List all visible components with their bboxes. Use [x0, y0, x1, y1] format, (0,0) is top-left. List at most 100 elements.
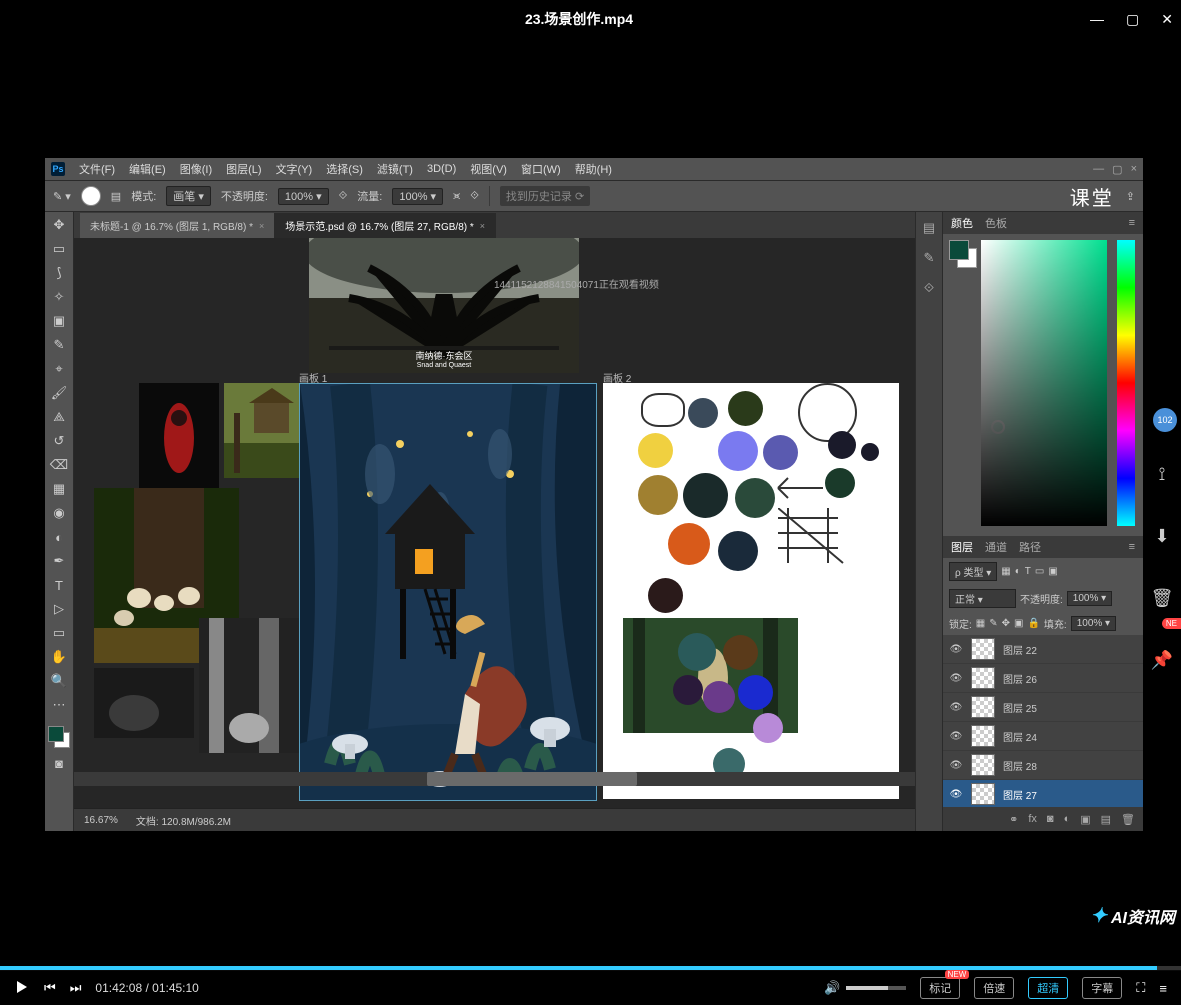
tab-swatches[interactable]: 色板	[985, 215, 1007, 231]
panel-menu-icon[interactable]: ≡	[1129, 217, 1135, 229]
volume-slider[interactable]	[846, 986, 906, 990]
lock-artboard-icon[interactable]: ▣	[1014, 618, 1023, 629]
edit-toolbar-icon[interactable]: ⋯	[49, 696, 69, 714]
history-panel-icon[interactable]: ▤	[923, 220, 935, 236]
close-icon[interactable]: ×	[480, 221, 485, 231]
menu-type[interactable]: 文字(Y)	[276, 161, 313, 177]
previous-button[interactable]: ⏮	[44, 980, 56, 996]
path-tool-icon[interactable]: ▷	[49, 600, 69, 618]
progress-bar[interactable]	[0, 966, 1181, 970]
layer-row[interactable]: 👁图层 25	[943, 693, 1143, 722]
stamp-tool-icon[interactable]: ⟁	[49, 408, 69, 426]
fill-value[interactable]: 100% ▾	[1071, 616, 1116, 631]
heal-tool-icon[interactable]: ⌖	[49, 360, 69, 378]
group-icon[interactable]: ▣	[1080, 813, 1090, 826]
visibility-icon[interactable]: 👁	[949, 644, 963, 655]
menu-select[interactable]: 选择(S)	[326, 161, 363, 177]
tab-color[interactable]: 颜色	[951, 215, 973, 231]
dodge-tool-icon[interactable]: ◐	[49, 528, 69, 546]
tab-paths[interactable]: 路径	[1019, 539, 1041, 555]
tab-channels[interactable]: 通道	[985, 539, 1007, 555]
canvas[interactable]: 1441152128841504071正在观看视频 南	[74, 238, 915, 808]
foreground-background-colors[interactable]	[48, 726, 70, 748]
share-icon[interactable]: ⟟	[1146, 458, 1178, 490]
layer-row[interactable]: 👁图层 28	[943, 751, 1143, 780]
filter-pixel-icon[interactable]: ▦	[1001, 566, 1010, 577]
visibility-icon[interactable]: 👁	[949, 702, 963, 713]
speed-button[interactable]: 倍速	[974, 977, 1014, 999]
wand-tool-icon[interactable]: ✧	[49, 288, 69, 306]
brush-tool-icon[interactable]: ✎ ▾	[53, 190, 71, 203]
eraser-tool-icon[interactable]: ⌫	[49, 456, 69, 474]
crop-tool-icon[interactable]: ▣	[49, 312, 69, 330]
mark-button[interactable]: 标记NEW	[920, 977, 960, 999]
doc-tab-2[interactable]: 场景示范.psd @ 16.7% (图层 27, RGB/8) *×	[275, 213, 496, 238]
pressure-size-icon[interactable]: ⟐	[470, 190, 479, 203]
blur-tool-icon[interactable]: ◉	[49, 504, 69, 522]
color-picker-panel[interactable]	[943, 234, 1143, 536]
link-layers-icon[interactable]: ⚭	[1009, 813, 1018, 826]
blend-mode-dropdown[interactable]: 正常 ▾	[949, 589, 1016, 608]
lock-paint-icon[interactable]: ✎	[989, 618, 997, 629]
tab-layers[interactable]: 图层	[951, 539, 973, 555]
ps-close-icon[interactable]: ×	[1131, 163, 1137, 176]
zoom-tool-icon[interactable]: 🔍	[49, 672, 69, 690]
properties-panel-icon[interactable]: ⟐	[924, 280, 934, 296]
zoom-level[interactable]: 16.67%	[84, 815, 118, 826]
play-button[interactable]	[14, 979, 30, 998]
pen-tool-icon[interactable]: ✒	[49, 552, 69, 570]
ps-maximize-icon[interactable]: ▢	[1112, 163, 1122, 176]
brush-preview-icon[interactable]	[81, 186, 101, 206]
history-search[interactable]: 找到历史记录 ⟳	[500, 186, 590, 206]
lasso-tool-icon[interactable]: ⟆	[49, 264, 69, 282]
pressure-opacity-icon[interactable]: ⟐	[339, 190, 348, 203]
filter-smart-icon[interactable]: ▣	[1048, 566, 1057, 577]
opacity-dropdown[interactable]: 100% ▾	[278, 188, 329, 205]
quickmask-icon[interactable]: ◙	[49, 754, 69, 772]
layer-row[interactable]: 👁图层 22	[943, 635, 1143, 664]
minimize-button[interactable]: —	[1090, 11, 1104, 28]
mode-dropdown[interactable]: 画笔 ▾	[166, 186, 211, 206]
doc-tab-1[interactable]: 未标题-1 @ 16.7% (图层 1, RGB/8) *×	[80, 213, 275, 238]
lock-position-icon[interactable]: ✥	[1002, 618, 1010, 629]
floating-page-badge[interactable]: 102	[1153, 408, 1177, 432]
menu-edit[interactable]: 编辑(E)	[129, 161, 166, 177]
horizontal-scrollbar[interactable]	[74, 772, 915, 786]
volume-icon[interactable]: 🔊	[824, 980, 840, 996]
visibility-icon[interactable]: 👁	[949, 731, 963, 742]
hand-tool-icon[interactable]: ✋	[49, 648, 69, 666]
menu-3d[interactable]: 3D(D)	[427, 163, 456, 175]
pin-icon[interactable]: 📌	[1146, 644, 1178, 676]
color-field[interactable]	[981, 240, 1107, 526]
layer-row[interactable]: 👁图层 24	[943, 722, 1143, 751]
marquee-tool-icon[interactable]: ▭	[49, 240, 69, 258]
maximize-button[interactable]: ▢	[1126, 11, 1139, 28]
type-tool-icon[interactable]: T	[49, 576, 69, 594]
filter-type-icon[interactable]: T	[1025, 566, 1031, 577]
flow-dropdown[interactable]: 100% ▾	[392, 188, 443, 205]
layer-mask-icon[interactable]: ◙	[1047, 813, 1054, 825]
shape-tool-icon[interactable]: ▭	[49, 624, 69, 642]
brush-tool-icon[interactable]: 🖌	[49, 384, 69, 402]
close-button[interactable]: ✕	[1161, 11, 1173, 28]
subtitle-button[interactable]: 字幕	[1082, 977, 1122, 999]
lock-transparency-icon[interactable]: ▦	[976, 618, 985, 629]
move-tool-icon[interactable]: ✥	[49, 216, 69, 234]
new-layer-icon[interactable]: ▤	[1101, 813, 1111, 826]
hue-slider[interactable]	[1117, 240, 1135, 526]
volume-control[interactable]: 🔊	[824, 980, 906, 996]
history-brush-tool-icon[interactable]: ↺	[49, 432, 69, 450]
delete-icon[interactable]: 🗑	[1146, 582, 1178, 614]
brush-panel-icon[interactable]: ✎	[924, 250, 935, 266]
visibility-icon[interactable]: 👁	[949, 760, 963, 771]
download-icon[interactable]: ⬇	[1146, 520, 1178, 552]
visibility-icon[interactable]: 👁	[949, 789, 963, 800]
lock-all-icon[interactable]: 🔒	[1027, 618, 1039, 629]
airbrush-icon[interactable]: ⪤	[453, 190, 460, 203]
visibility-icon[interactable]: 👁	[949, 673, 963, 684]
layer-row[interactable]: 👁图层 26	[943, 664, 1143, 693]
layer-kind-filter[interactable]: ρ 类型 ▾	[949, 562, 997, 581]
layer-fx-icon[interactable]: fx	[1028, 813, 1037, 825]
adjustment-layer-icon[interactable]: ◐	[1064, 813, 1071, 825]
menu-window[interactable]: 窗口(W)	[521, 161, 561, 177]
